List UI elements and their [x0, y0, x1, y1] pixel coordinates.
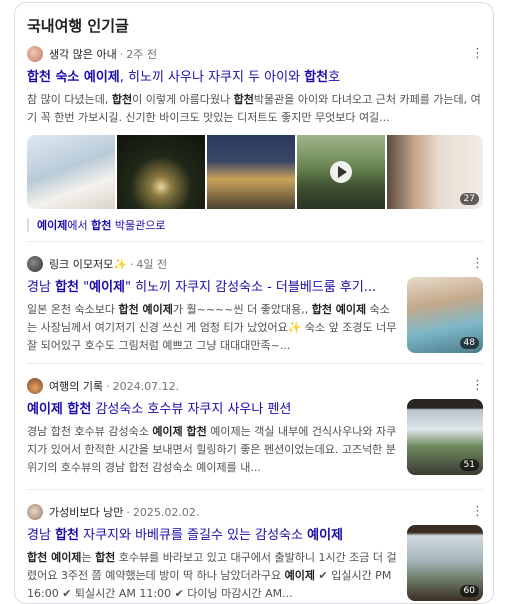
- avatar[interactable]: [27, 256, 43, 272]
- post-thumbnail[interactable]: 48: [407, 277, 483, 353]
- author-row: 링크 이모저모✨ · 4일 전 ⋮: [27, 255, 484, 273]
- section-title: 국내여행 인기글: [27, 17, 129, 35]
- highlight-text: 합천: [233, 93, 254, 106]
- image-count-badge: 48: [459, 337, 479, 349]
- author-row: 가성비보다 낭만 · 2025.02.02. ⋮: [27, 503, 484, 521]
- text-segment: 이 이렇게 아름다웠나: [132, 93, 234, 106]
- highlight-text: 합천: [55, 528, 79, 543]
- highlight-text: 합천 예이제: [118, 303, 173, 316]
- text-segment: ": [78, 280, 90, 295]
- post-snippet: 참 많이 다녔는데, 합천이 이렇게 아름다웠나 합천박물관을 아이와 다녀오고…: [27, 91, 483, 127]
- separator-dot: ·: [126, 505, 130, 519]
- post-text: 경남 합천 "예이제" 히노끼 자쿠지 감성숙소 - 더블베드룸 후기... 일…: [27, 273, 397, 355]
- thumbnail-image[interactable]: 27: [387, 135, 483, 209]
- text-segment: 경남 합천 호수뷰 감성숙소: [27, 425, 153, 438]
- post-text: 예이제 합천 감성숙소 호수뷰 자쿠지 사우나 펜션 경남 합천 호수뷰 감성숙…: [27, 395, 397, 477]
- text-segment: " 히노끼 자쿠지 감성숙소 - 더블베드룸 후기...: [125, 280, 377, 295]
- highlight-text: 예이제: [307, 528, 343, 543]
- post-date: 4일 전: [136, 258, 168, 271]
- related-link[interactable]: 예이제에서 합천 박물관으로: [27, 217, 483, 233]
- highlight-text: 예이제 합천: [27, 402, 92, 417]
- separator-dot: ·: [119, 47, 124, 61]
- divider: [27, 489, 483, 490]
- text-segment: 박물관으로: [111, 219, 166, 232]
- post-item: 가성비보다 낭만 · 2025.02.02. ⋮ 경남 합천 자쿠지와 바베큐를…: [27, 503, 484, 603]
- text-segment: 참 많이 다녔는데,: [27, 93, 112, 106]
- text-segment: 호: [328, 70, 341, 85]
- highlight-text: 합천: [304, 70, 329, 85]
- post-title-link[interactable]: 합천 숙소 예이제, 히노끼 사우나 자쿠지 두 아이와 합천호: [27, 69, 483, 87]
- related-bar: [27, 218, 29, 232]
- image-count-badge: 27: [459, 193, 479, 205]
- post-item: 생각 많은 아내 · 2주 전 ⋮ 합천 숙소 예이제, 히노끼 사우나 자쿠지…: [27, 45, 484, 233]
- divider: [27, 363, 483, 364]
- highlight-text: 합천: [91, 219, 112, 232]
- divider: [27, 241, 483, 242]
- post-date: 2025.02.02.: [132, 505, 200, 519]
- highlight-text: 합천: [111, 93, 133, 106]
- post-date: 2024.07.12.: [112, 379, 180, 393]
- author-row: 생각 많은 아내 · 2주 전 ⋮: [27, 45, 484, 63]
- image-count-badge: 60: [459, 585, 479, 597]
- image-count-badge: 51: [459, 459, 479, 471]
- highlight-text: 합천 숙소 예이제: [27, 70, 120, 85]
- image-strip[interactable]: 27: [27, 135, 483, 209]
- post-title-link[interactable]: 예이제 합천 감성숙소 호수뷰 자쿠지 사우나 펜션: [27, 401, 397, 419]
- author-name[interactable]: 링크 이모저모✨: [49, 256, 127, 272]
- text-segment: 경남: [27, 528, 56, 543]
- more-options-icon[interactable]: ⋮: [471, 377, 484, 395]
- post-item: 여행의 기록 · 2024.07.12. ⋮ 예이제 합천 감성숙소 호수뷰 자…: [27, 377, 484, 477]
- post-snippet: 합천 예이제는 합천 호수뷰를 바라보고 있고 대구에서 출발하니 1시간 조금…: [27, 549, 397, 603]
- post-title-link[interactable]: 경남 합천 "예이제" 히노끼 자쿠지 감성숙소 - 더블베드룸 후기...: [27, 279, 397, 297]
- author-name[interactable]: 여행의 기록: [49, 378, 103, 394]
- post-body: 경남 합천 자쿠지와 바베큐를 즐길수 있는 감성숙소 예이제 합천 예이제는 …: [27, 521, 483, 603]
- highlight-text: 합천: [95, 551, 116, 564]
- avatar[interactable]: [27, 378, 43, 394]
- author-name[interactable]: 가성비보다 낭만: [49, 504, 123, 520]
- thumbnail-image[interactable]: [117, 135, 205, 209]
- highlight-text: 합천: [55, 280, 79, 295]
- more-options-icon[interactable]: ⋮: [471, 45, 484, 63]
- text-segment: 는: [81, 551, 96, 564]
- post-body: 경남 합천 "예이제" 히노끼 자쿠지 감성숙소 - 더블베드룸 후기... 일…: [27, 273, 483, 355]
- text-segment: 일본 온천 숙소보다: [27, 303, 119, 316]
- post-date: 2주 전: [126, 48, 157, 61]
- video-thumbnail[interactable]: [297, 135, 385, 209]
- more-options-icon[interactable]: ⋮: [471, 503, 484, 521]
- thumbnail-image[interactable]: [27, 135, 115, 209]
- post-item: 링크 이모저모✨ · 4일 전 ⋮ 경남 합천 "예이제" 히노끼 자쿠지 감성…: [27, 255, 484, 355]
- highlight-text: 합천 예이제: [311, 303, 367, 316]
- highlight-text: 예이제: [37, 219, 68, 232]
- text-segment: 가 훨~~~~씬 더 좋았대용,,: [172, 303, 312, 316]
- avatar[interactable]: [27, 46, 43, 62]
- play-icon[interactable]: [330, 161, 352, 183]
- post-snippet: 일본 온천 숙소보다 합천 예이제가 훨~~~~씬 더 좋았대용,, 합천 예이…: [27, 301, 397, 355]
- more-options-icon[interactable]: ⋮: [471, 255, 484, 273]
- post-title-link[interactable]: 경남 합천 자쿠지와 바베큐를 즐길수 있는 감성숙소 예이제: [27, 527, 397, 545]
- popular-posts-card: 국내여행 인기글 생각 많은 아내 · 2주 전 ⋮ 합천 숙소 예이제, 히노…: [14, 2, 494, 604]
- text-segment: 에서: [67, 219, 92, 232]
- thumbnail-image[interactable]: [207, 135, 295, 209]
- text-segment: , 히노끼 사우나 자쿠지 두 아이와: [119, 70, 305, 85]
- author-row: 여행의 기록 · 2024.07.12. ⋮: [27, 377, 484, 395]
- post-snippet: 경남 합천 호수뷰 감성숙소 예이제 합천 예이제는 객실 내부에 건식사우나와…: [27, 423, 397, 477]
- separator-dot: ·: [106, 379, 110, 393]
- text-segment: 경남: [27, 280, 56, 295]
- text-segment: 자쿠지와 바베큐를 즐길수 있는 감성숙소: [78, 528, 308, 543]
- avatar[interactable]: [27, 504, 43, 520]
- author-name[interactable]: 생각 많은 아내: [49, 46, 117, 62]
- post-thumbnail[interactable]: 60: [407, 525, 483, 601]
- post-text: 경남 합천 자쿠지와 바베큐를 즐길수 있는 감성숙소 예이제 합천 예이제는 …: [27, 521, 397, 603]
- highlight-text: 예이제 합천: [152, 425, 207, 438]
- separator-dot: ·: [129, 257, 134, 271]
- highlight-text: 예이제: [89, 280, 125, 295]
- text-segment: 감성숙소 호수뷰 자쿠지 사우나 펜션: [91, 402, 292, 417]
- related-link-text[interactable]: 예이제에서 합천 박물관으로: [37, 217, 165, 233]
- highlight-text: 예이제: [284, 569, 315, 582]
- post-thumbnail[interactable]: 51: [407, 399, 483, 475]
- post-body: 예이제 합천 감성숙소 호수뷰 자쿠지 사우나 펜션 경남 합천 호수뷰 감성숙…: [27, 395, 483, 477]
- highlight-text: 합천 예이제: [27, 551, 82, 564]
